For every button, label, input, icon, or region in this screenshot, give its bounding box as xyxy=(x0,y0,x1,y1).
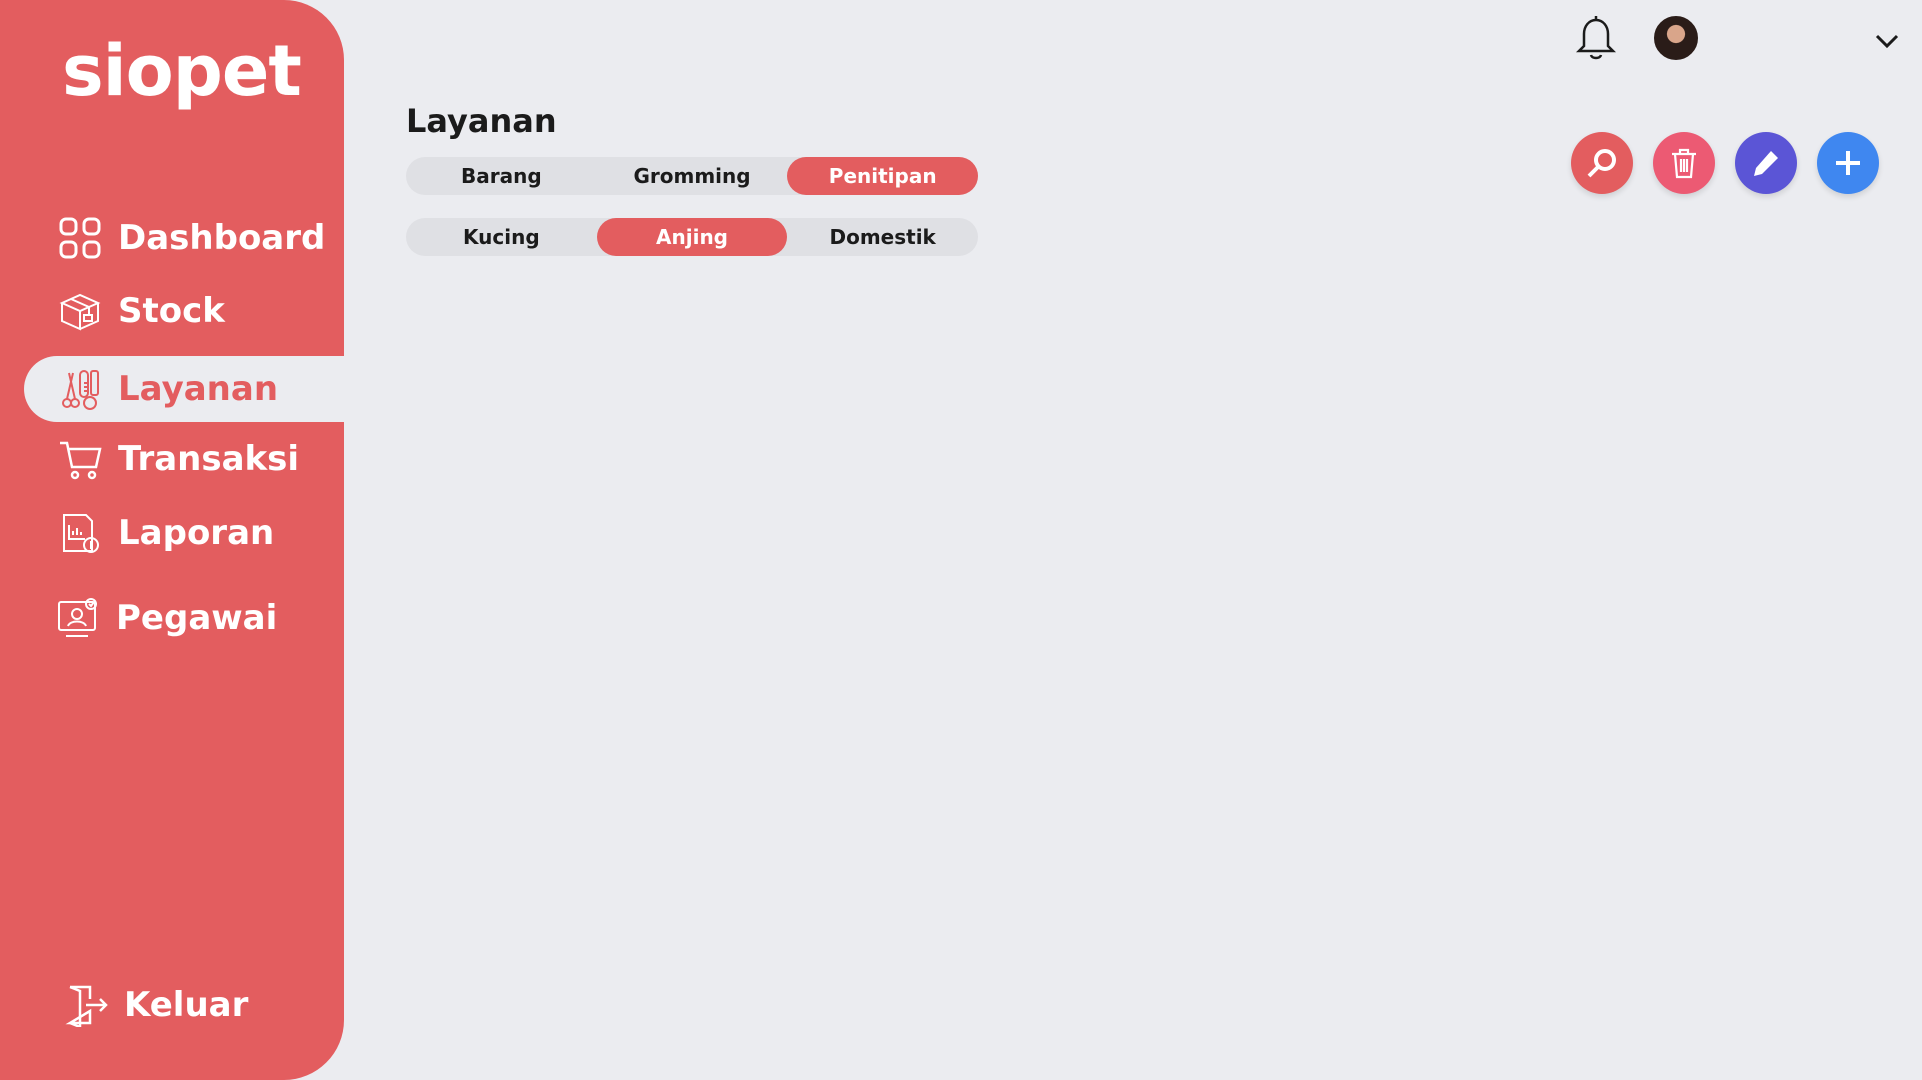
search-button[interactable] xyxy=(1571,132,1633,194)
tab-anjing[interactable]: Anjing xyxy=(596,218,788,256)
app-logo: siopet xyxy=(62,30,302,112)
animal-tabs: Kucing Anjing Domestik xyxy=(406,218,978,256)
sidebar: siopet Dashboard Stock Layanan Transaksi… xyxy=(0,0,344,1080)
tab-gromming[interactable]: Gromming xyxy=(597,157,788,195)
sidebar-item-transaksi[interactable]: Transaksi xyxy=(24,426,344,492)
sidebar-item-label: Stock xyxy=(118,291,225,331)
logout-button[interactable]: Keluar xyxy=(24,972,344,1038)
tab-kucing[interactable]: Kucing xyxy=(406,218,597,256)
trash-icon xyxy=(1672,148,1696,179)
tab-barang[interactable]: Barang xyxy=(406,157,597,195)
logout-door-icon xyxy=(62,981,110,1029)
service-tabs: Barang Gromming Penitipan xyxy=(406,157,979,195)
search-icon xyxy=(1587,149,1616,178)
tab-penitipan[interactable]: Penitipan xyxy=(787,157,979,195)
add-button[interactable] xyxy=(1817,132,1879,194)
delete-button[interactable] xyxy=(1653,132,1715,194)
sidebar-item-dashboard[interactable]: Dashboard xyxy=(24,205,344,271)
box-icon xyxy=(56,287,104,335)
sidebar-item-label: Layanan xyxy=(118,369,279,409)
sidebar-item-label: Laporan xyxy=(118,513,275,553)
avatar[interactable] xyxy=(1654,16,1698,60)
grid-icon xyxy=(56,214,104,262)
grooming-tools-icon xyxy=(56,365,104,413)
sidebar-item-laporan[interactable]: Laporan xyxy=(24,500,344,566)
edit-button[interactable] xyxy=(1735,132,1797,194)
chevron-down-icon[interactable] xyxy=(1872,26,1902,56)
tab-domestik[interactable]: Domestik xyxy=(787,218,978,256)
plus-icon xyxy=(1836,151,1860,175)
logout-label: Keluar xyxy=(124,985,249,1025)
page-title: Layanan xyxy=(406,102,557,140)
sidebar-item-pegawai[interactable]: Pegawai xyxy=(24,585,344,651)
employee-icon xyxy=(54,594,102,642)
sidebar-item-label: Pegawai xyxy=(116,598,278,638)
cart-icon xyxy=(56,435,104,483)
pencil-icon xyxy=(1754,151,1778,176)
notification-bell-icon[interactable] xyxy=(1570,10,1622,62)
sidebar-item-layanan[interactable]: Layanan xyxy=(24,356,344,422)
sidebar-item-stock[interactable]: Stock xyxy=(24,278,344,344)
report-icon xyxy=(56,509,104,557)
sidebar-item-label: Dashboard xyxy=(118,218,326,258)
sidebar-item-label: Transaksi xyxy=(118,439,300,479)
